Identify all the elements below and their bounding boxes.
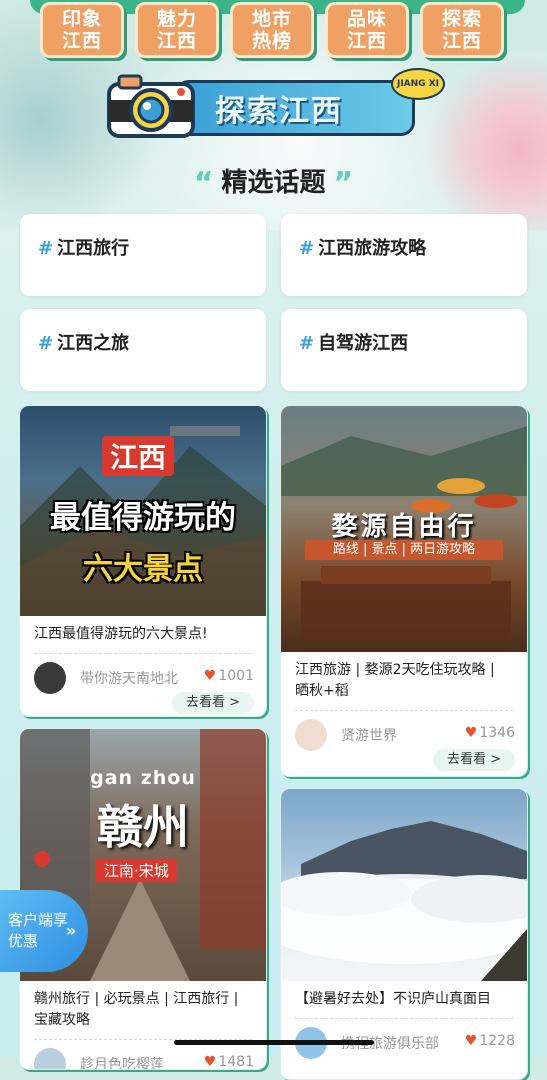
category-tabs: 印象江西 魅力江西 地市热榜 品味江西 探索江西 — [30, 0, 525, 62]
avatar[interactable] — [34, 1048, 66, 1069]
card-title: 江西旅游 | 婺源2天吃住玩攻略 | 晒秋+稻 — [295, 662, 495, 699]
like-number: 1346 — [479, 725, 515, 741]
banner-badge: JIANG XI — [391, 68, 445, 100]
topic-label: # 自驾游江西 — [299, 329, 408, 355]
like-count[interactable]: ♥ 1346 — [465, 725, 515, 741]
tab-taste-jiangxi[interactable]: 品味江西 — [325, 2, 409, 58]
like-number: 1481 — [218, 1054, 254, 1070]
like-number: 1228 — [479, 1033, 515, 1049]
topic-label: # 江西之旅 — [38, 329, 129, 355]
topic-label: # 江西旅行 — [38, 234, 129, 260]
topic-self-drive[interactable]: # 自驾游江西 — [281, 309, 527, 391]
client-offer-button[interactable]: 客户端享优惠 » — [0, 890, 88, 972]
topic-text: 江西旅游攻略 — [318, 238, 427, 259]
card-image: 婺源自由行 路线 | 景点 | 两日游攻略 — [281, 406, 527, 652]
topic-text: 自驾游江西 — [318, 333, 409, 354]
topic-label: # 江西旅游攻略 — [299, 234, 426, 260]
card-image — [281, 789, 527, 981]
tab-explore-jiangxi[interactable]: 探索江西 — [420, 2, 504, 58]
like-count[interactable]: ♥ 1001 — [204, 668, 254, 684]
camera-icon — [107, 74, 195, 138]
avatar[interactable] — [295, 719, 327, 751]
article-card[interactable]: 婺源自由行 路线 | 景点 | 两日游攻略 江西旅游 | 婺源2天吃住玩攻略 |… — [280, 405, 528, 777]
author-name[interactable]: 带你游天南地北 — [80, 668, 178, 688]
heart-icon: ♥ — [464, 725, 478, 741]
author-name[interactable]: 贤游世界 — [341, 725, 397, 745]
image-subheadline: 六大景点 — [83, 552, 203, 587]
like-count[interactable]: ♥ 1228 — [465, 1033, 515, 1049]
image-headline: 赣州 — [97, 800, 189, 854]
avatar[interactable] — [34, 662, 66, 694]
card-meta: 贤游世界 ♥ 1346 去看看 > — [281, 711, 527, 771]
tab-impression-jiangxi[interactable]: 印象江西 — [40, 2, 124, 58]
quote-close-icon: ” — [333, 166, 354, 201]
heart-icon: ♥ — [464, 1033, 478, 1049]
like-count[interactable]: ♥ 1481 — [203, 1054, 254, 1070]
heart-icon: ♥ — [203, 668, 217, 684]
topic-jiangxi-travel[interactable]: # 江西旅行 — [20, 214, 266, 296]
heart-icon: ♥ — [203, 1054, 217, 1070]
quote-open-icon: “ — [193, 166, 214, 201]
image-tag: 江西 — [102, 436, 175, 476]
card-title: 江西最值得游玩的六大景点! — [34, 626, 208, 642]
tab-charm-jiangxi[interactable]: 魅力江西 — [135, 2, 219, 58]
author-name[interactable]: 趁月色吃樱莲 — [80, 1054, 164, 1069]
hash-icon: # — [38, 238, 54, 259]
topic-text: 江西旅行 — [57, 238, 130, 259]
image-subheadline: 江南·宋城 — [96, 859, 177, 882]
hash-icon: # — [299, 333, 315, 354]
image-pinyin: gan zhou — [90, 767, 196, 789]
card-title: 【避暑好去处】不识庐山真面目 — [295, 991, 491, 1007]
image-headline: 最值得游玩的 — [50, 500, 236, 536]
card-title: 赣州旅行 | 必玩景点 | 江西旅行 | 宝藏攻略 — [34, 991, 239, 1028]
image-subheadline: 路线 | 景点 | 两日游攻略 — [305, 540, 503, 560]
topic-jiangxi-guide[interactable]: # 江西旅游攻略 — [281, 214, 527, 296]
card-meta: 携程旅游俱乐部 ♥ 1228 — [281, 1019, 527, 1059]
mountain-graphic — [281, 821, 527, 981]
hash-icon: # — [38, 333, 54, 354]
image-headline: 婺源自由行 — [331, 512, 477, 542]
section-title: “精选话题” — [0, 162, 547, 201]
view-more-button[interactable]: 去看看 > — [433, 749, 515, 771]
view-more-button[interactable]: 去看看 > — [172, 692, 254, 714]
double-chevron-right-icon: » — [66, 921, 77, 940]
home-indicator — [174, 1040, 374, 1045]
banner-title: 探索江西 — [215, 94, 343, 129]
explore-banner: 探索江西 JIANG XI — [105, 66, 445, 144]
topic-text: 江西之旅 — [57, 333, 130, 354]
card-image: 江西 最值得游玩的 六大景点 — [20, 406, 266, 616]
tab-city-ranking[interactable]: 地市热榜 — [230, 2, 314, 58]
section-title-text: 精选话题 — [221, 168, 326, 198]
article-card[interactable]: 【避暑好去处】不识庐山真面目 携程旅游俱乐部 ♥ 1228 — [280, 788, 528, 1080]
topic-jiangxi-trip[interactable]: # 江西之旅 — [20, 309, 266, 391]
hash-icon: # — [299, 238, 315, 259]
like-number: 1001 — [218, 668, 254, 684]
client-offer-label: 客户端享优惠 — [8, 911, 69, 950]
card-meta: 带你游天南地北 ♥ 1001 去看看 > — [20, 654, 266, 714]
article-card[interactable]: 江西 最值得游玩的 六大景点 江西最值得游玩的六大景点! 带你游天南地北 ♥ 10… — [19, 405, 267, 717]
